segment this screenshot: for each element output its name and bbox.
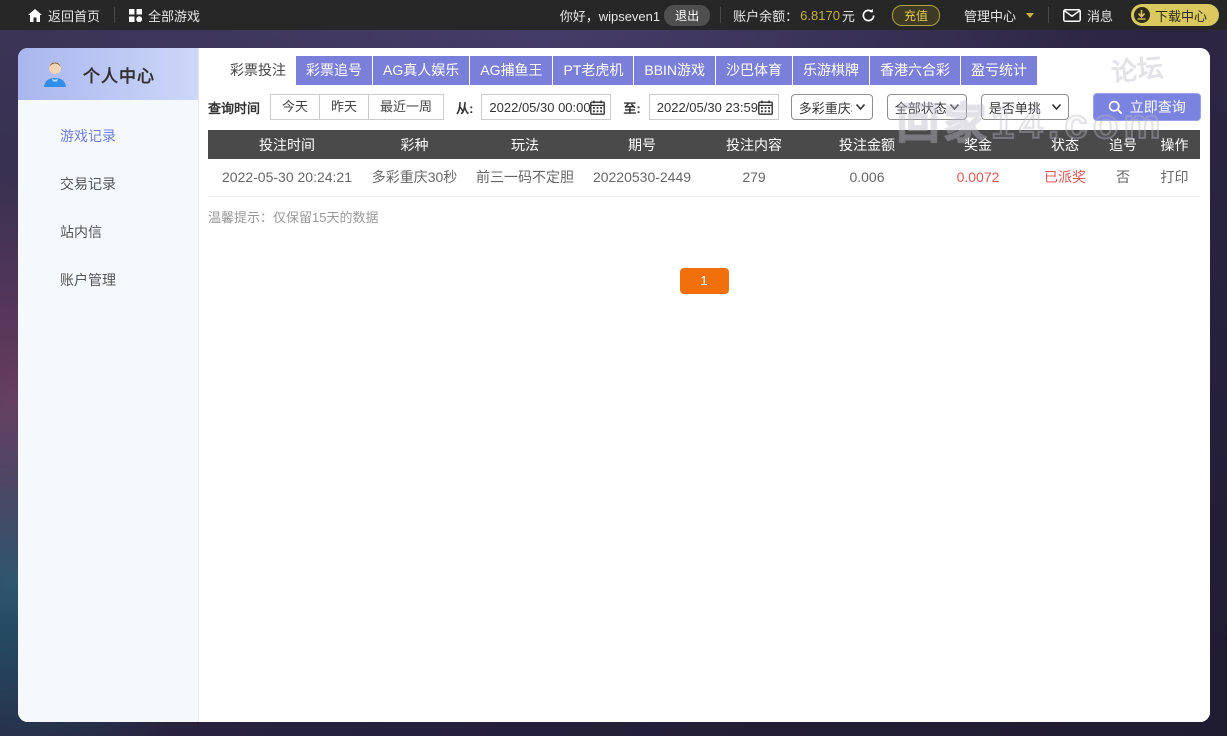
chevron-down-icon — [855, 104, 865, 110]
sidebar-item-transaction-records[interactable]: 交易记录 — [18, 174, 198, 222]
lottery-type-value: 多彩重庆30秒 — [798, 100, 852, 116]
col-action: 操作 — [1149, 130, 1200, 159]
sidebar-item-account-management[interactable]: 账户管理 — [18, 270, 198, 318]
top-bar: 返回首页 全部游戏 你好，wipseven1 退出 账户余额： 6.8170 元… — [0, 0, 1227, 30]
main-panel: 个人中心 游戏记录 交易记录 站内信 账户管理 彩票投注 彩票追号 AG真人娱乐… — [18, 48, 1210, 722]
retention-tip: 温馨提示：仅保留15天的数据 — [208, 209, 379, 225]
cell-prize: 0.0072 — [923, 159, 1033, 197]
chevron-down-icon — [949, 104, 959, 110]
logout-button[interactable]: 退出 — [664, 4, 711, 26]
calendar-icon — [757, 100, 773, 115]
filter-bar: 查询时间 今天 昨天 最近一周 从: 至: 多彩重庆30秒 — [208, 93, 1210, 121]
content-area: 彩票投注 彩票追号 AG真人娱乐 AG捕鱼王 PT老虎机 BBIN游戏 沙巴体育… — [199, 48, 1210, 722]
chevron-down-icon — [1025, 12, 1034, 18]
tab-profit-stats[interactable]: 盈亏统计 — [961, 56, 1039, 85]
tab-ag-fishing[interactable]: AG捕鱼王 — [470, 56, 554, 85]
col-bet-time: 投注时间 — [208, 130, 366, 159]
from-label: 从: — [456, 100, 474, 116]
search-button-label: 立即查询 — [1129, 99, 1186, 115]
download-center-label: 下载中心 — [1154, 8, 1207, 24]
to-date-input[interactable] — [656, 99, 758, 115]
balance-label: 账户余额： — [733, 8, 799, 24]
avatar — [40, 59, 70, 89]
grid-icon — [129, 8, 143, 22]
pagination: 1 — [208, 267, 1200, 294]
download-icon — [1133, 7, 1150, 23]
cell-play: 前三一码不定胆 — [463, 159, 587, 197]
query-time-label: 查询时间 — [208, 100, 261, 116]
table-row: 2022-05-30 20:24:21 多彩重庆30秒 前三一码不定胆 2022… — [208, 159, 1200, 197]
col-play: 玩法 — [463, 130, 587, 159]
recharge-button[interactable]: 充值 — [891, 4, 940, 26]
tab-lottery-bets[interactable]: 彩票投注 — [220, 56, 296, 85]
balance-unit: 元 — [841, 8, 855, 24]
col-bet-content: 投注内容 — [697, 130, 811, 159]
sidebar-menu: 游戏记录 交易记录 站内信 账户管理 — [18, 100, 198, 318]
divider — [720, 7, 722, 23]
calendar-icon — [590, 100, 606, 115]
balance-value: 6.8170 — [800, 7, 840, 23]
cell-bet-time: 2022-05-30 20:24:21 — [208, 159, 366, 197]
col-chase: 追号 — [1097, 130, 1149, 159]
messages-label: 消息 — [1086, 8, 1113, 24]
cell-lottery: 多彩重庆30秒 — [366, 159, 463, 197]
status-select[interactable]: 全部状态 — [886, 94, 967, 120]
home-link[interactable]: 返回首页 — [0, 0, 114, 30]
tab-bbin-games[interactable]: BBIN游戏 — [634, 56, 717, 85]
col-issue: 期号 — [587, 130, 697, 159]
col-prize: 奖金 — [923, 130, 1033, 159]
status-select-value: 全部状态 — [894, 100, 946, 116]
table-header-row: 投注时间 彩种 玩法 期号 投注内容 投注金额 奖金 状态 追号 操作 — [208, 130, 1200, 159]
tab-ag-live[interactable]: AG真人娱乐 — [373, 56, 471, 85]
sidebar-header: 个人中心 — [18, 48, 198, 100]
chevron-down-icon — [1051, 104, 1061, 110]
refresh-balance-icon[interactable] — [855, 8, 882, 23]
search-icon — [1108, 100, 1123, 114]
tab-saba-sports[interactable]: 沙巴体育 — [716, 56, 794, 85]
sidebar-item-site-messages[interactable]: 站内信 — [18, 222, 198, 270]
single-pick-select[interactable]: 是否单挑 — [980, 94, 1069, 120]
from-date-input[interactable] — [489, 99, 591, 115]
tab-hk-mark-six[interactable]: 香港六合彩 — [870, 56, 962, 85]
last-week-button[interactable]: 最近一周 — [368, 94, 445, 120]
envelope-icon — [1063, 8, 1081, 22]
sidebar-item-game-records[interactable]: 游戏记录 — [18, 126, 198, 174]
home-icon — [28, 8, 42, 22]
messages-link[interactable]: 消息 — [1049, 0, 1127, 30]
single-pick-value: 是否单挑 — [988, 100, 1041, 116]
col-lottery: 彩种 — [366, 130, 463, 159]
yesterday-button[interactable]: 昨天 — [319, 94, 370, 120]
col-status: 状态 — [1033, 130, 1097, 159]
tab-lottery-chase[interactable]: 彩票追号 — [296, 56, 373, 85]
home-link-label: 返回首页 — [48, 8, 101, 24]
today-button[interactable]: 今天 — [270, 94, 321, 120]
to-date-field[interactable] — [648, 94, 779, 120]
quick-range-group: 今天 昨天 最近一周 — [270, 94, 445, 120]
greeting-text: 你好，wipseven1 — [559, 8, 661, 24]
search-button[interactable]: 立即查询 — [1092, 93, 1201, 121]
cell-status: 已派奖 — [1033, 159, 1097, 197]
to-label: 至: — [623, 100, 641, 116]
cell-bet-amount: 0.006 — [811, 159, 923, 197]
download-center-button[interactable]: 下载中心 — [1130, 4, 1219, 26]
sidebar: 个人中心 游戏记录 交易记录 站内信 账户管理 — [18, 48, 199, 722]
admin-center-label: 管理中心 — [963, 8, 1016, 24]
tab-leyou-cards[interactable]: 乐游棋牌 — [793, 56, 871, 85]
bet-records-table: 投注时间 彩种 玩法 期号 投注内容 投注金额 奖金 状态 追号 操作 2022… — [208, 130, 1200, 197]
col-bet-amount: 投注金额 — [811, 130, 923, 159]
from-date-field[interactable] — [481, 94, 612, 120]
sidebar-title: 个人中心 — [83, 66, 155, 86]
all-games-label: 全部游戏 — [148, 8, 201, 24]
all-games-link[interactable]: 全部游戏 — [115, 0, 214, 30]
admin-center-menu[interactable]: 管理中心 — [950, 0, 1048, 30]
page-button-1[interactable]: 1 — [679, 267, 729, 294]
cell-chase: 否 — [1097, 159, 1149, 197]
tab-pt-slots[interactable]: PT老虎机 — [553, 56, 635, 85]
lottery-type-select[interactable]: 多彩重庆30秒 — [790, 94, 873, 120]
cell-issue: 20220530-2449 — [587, 159, 697, 197]
cell-bet-content: 279 — [697, 159, 811, 197]
tab-bar: 彩票投注 彩票追号 AG真人娱乐 AG捕鱼王 PT老虎机 BBIN游戏 沙巴体育… — [220, 56, 1210, 85]
print-link[interactable]: 打印 — [1149, 159, 1200, 197]
